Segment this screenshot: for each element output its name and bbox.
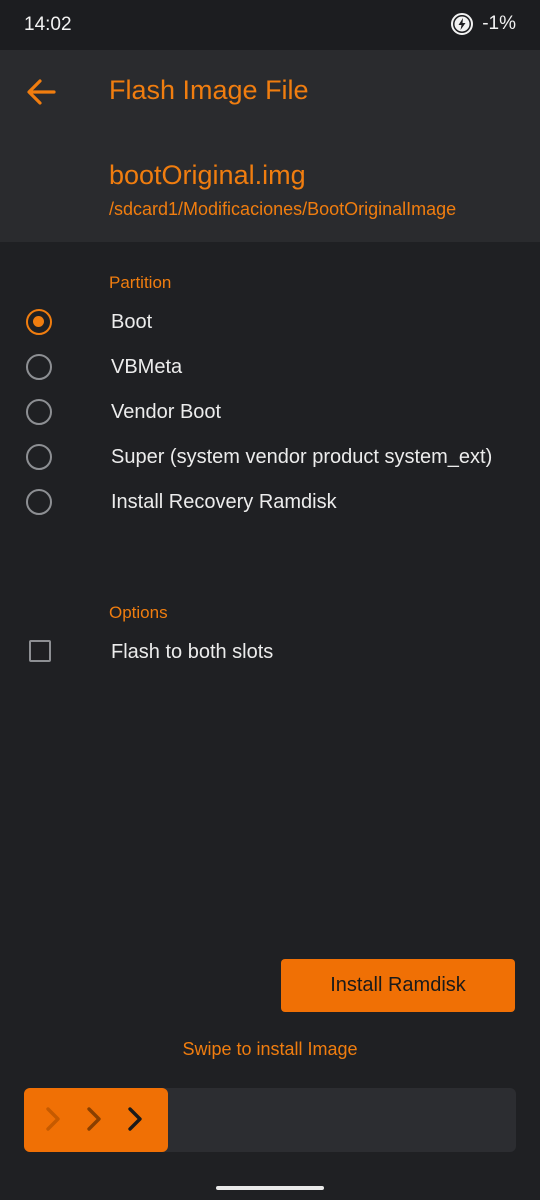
swipe-instruction: Swipe to install Image [182, 1039, 358, 1059]
partition-option-label: Vendor Boot [111, 401, 222, 423]
status-time: 14:02 [24, 14, 72, 35]
chevrons-right-icon [46, 1107, 142, 1131]
partition-option-label: VBMeta [111, 356, 183, 378]
radio-button[interactable] [26, 489, 52, 515]
battery-charging-icon [451, 13, 474, 35]
home-gesture-bar[interactable] [216, 1186, 324, 1190]
header: Flash Image File bootOriginal.img /sdcar… [0, 50, 540, 242]
radio-button[interactable] [26, 444, 52, 470]
partition-option-vendor-boot[interactable]: Vendor Boot [0, 392, 540, 436]
file-name: bootOriginal.img [109, 160, 306, 190]
flash-both-slots-label: Flash to both slots [111, 641, 274, 663]
file-path: /sdcard1/Modificaciones/BootOriginalImag… [109, 199, 457, 219]
partition-option-vbmeta[interactable]: VBMeta [0, 347, 540, 391]
radio-button-selected[interactable] [26, 309, 52, 335]
status-bar: 14:02 -1% [0, 0, 540, 50]
partition-option-label: Install Recovery Ramdisk [111, 491, 337, 513]
partition-option-label: Boot [111, 311, 153, 333]
swipe-handle[interactable] [24, 1088, 168, 1152]
page-title: Flash Image File [109, 75, 309, 105]
arrow-left-icon[interactable] [22, 76, 60, 108]
flash-both-slots-option[interactable]: Flash to both slots [0, 632, 540, 676]
status-right: -1% [450, 12, 516, 36]
partition-section-label: Partition [109, 273, 172, 292]
options-section-label: Options [109, 603, 168, 622]
flash-both-slots-checkbox[interactable] [29, 640, 51, 662]
battery-percentage: -1% [482, 13, 516, 34]
radio-button[interactable] [26, 399, 52, 425]
radio-button[interactable] [26, 354, 52, 380]
partition-option-super[interactable]: Super (system vendor product system_ext) [0, 437, 540, 481]
install-ramdisk-button[interactable]: Install Ramdisk [281, 959, 515, 1012]
partition-option-label: Super (system vendor product system_ext) [111, 446, 493, 468]
partition-option-boot[interactable]: Boot [0, 302, 540, 346]
partition-option-install-recovery-ramdisk[interactable]: Install Recovery Ramdisk [0, 482, 540, 526]
